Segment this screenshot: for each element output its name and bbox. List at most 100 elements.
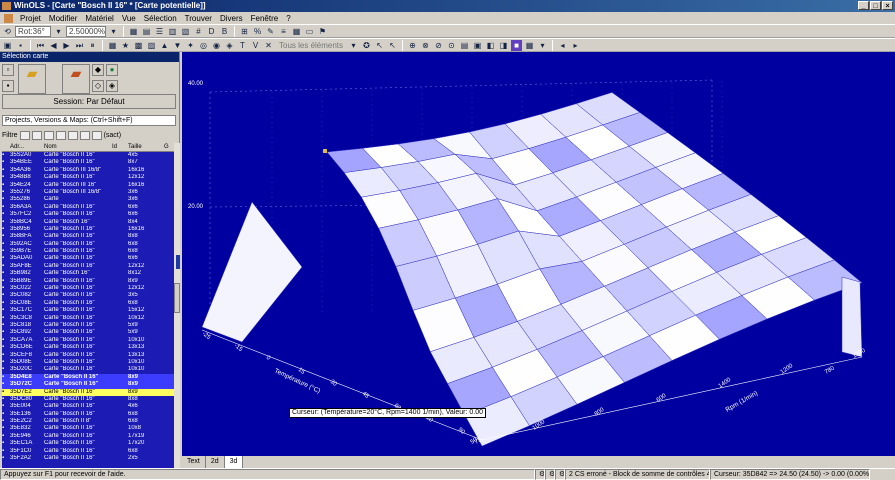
map-list-row[interactable]: ▪ 355286 Carte 3x6 (2, 196, 174, 203)
column-header[interactable]: Adr... (10, 143, 44, 151)
map-list-row[interactable]: ▪ 35F1C0 Carte "Bosch II 16" 6x8 (2, 448, 174, 455)
tool-icon[interactable]: ⊙ (446, 40, 457, 51)
dropdown-icon[interactable]: ▾ (348, 40, 359, 51)
map-list-row[interactable]: ▪ 358956 Carte "Bosch II 16" 16x16 (2, 226, 174, 233)
map-list-row[interactable]: ▪ 35S2A0 Carte "Bosch II 16" 4x5 (2, 152, 174, 159)
map-list-row[interactable]: ▪ 358BFA Carte "Bosch II 16" 8x8 (2, 233, 174, 240)
open-project-button[interactable]: ▰ (62, 64, 90, 94)
map-3d-view[interactable]: 40.0020.00-25-150153045608090Température… (182, 52, 895, 456)
save-icon[interactable]: ▪ (15, 40, 26, 51)
tool-icon[interactable]: ✦ (185, 40, 196, 51)
map-list-row[interactable]: ▪ 35DC80 Carte "Bosch II 16" 8x8 (2, 396, 174, 403)
tab-3d[interactable]: 3d (224, 456, 244, 468)
panel-splitter[interactable] (176, 255, 180, 269)
grid-icon[interactable]: ▦ (128, 26, 139, 37)
map-list-row[interactable]: ▪ 35C08E Carte "Bosch II 16" 6x8 (2, 300, 174, 307)
menu-projet[interactable]: Projet (16, 14, 45, 23)
list-icon[interactable]: ☰ (154, 26, 165, 37)
rotate-icon[interactable]: ⟲ (2, 26, 13, 37)
tool-icon[interactable]: ◉ (211, 40, 222, 51)
map-list-row[interactable]: ▪ 35ADA0 Carte "Bosch II 16" 6x6 (2, 255, 174, 262)
map-list-row[interactable]: ▪ 35C17C Carte "Bosch II 16" 15x12 (2, 307, 174, 314)
map-list-row[interactable]: ▪ 354E24 Carte "Bosch III 16" 16x16 (2, 182, 174, 189)
tool-icon[interactable]: ◈ (224, 40, 235, 51)
tool-icon[interactable]: ◇ (92, 80, 104, 92)
ruler-icon[interactable]: ▭ (304, 26, 315, 37)
map-list-row[interactable]: ▪ 35E136 Carte "Bosch II 16" 6x8 (2, 411, 174, 418)
map-list-row[interactable]: ▪ 357FC2 Carte "Bosch II 16" 6x6 (2, 211, 174, 218)
tool-icon[interactable]: ⊘ (433, 40, 444, 51)
map-list-row[interactable]: ▪ 35C022 Carte "Bosch II 16" 12x12 (2, 285, 174, 292)
map-list-row[interactable]: ▪ 359B7E Carte "Bosch II 16" 6x8 (2, 248, 174, 255)
pin-icon[interactable]: ✪ (361, 40, 372, 51)
map-list-row[interactable]: ▪ 354A36 Carte "Bosch III 16/8" 16x16 (2, 167, 174, 174)
new-icon[interactable]: ▫ (2, 64, 14, 76)
filter-button[interactable] (43, 130, 54, 140)
filter-button[interactable] (19, 130, 30, 140)
save-icon[interactable]: ▪ (2, 80, 14, 92)
element-filter-field[interactable]: Tous les éléments (276, 41, 346, 50)
menu-materiel[interactable]: Matériel (81, 14, 117, 23)
tool-icon[interactable]: ⊕ (407, 40, 418, 51)
tab-2d[interactable]: 2d (206, 456, 225, 468)
map-list-row[interactable]: ▪ 35E2C2 Carte "Bosch II 8" 6x8 (2, 418, 174, 425)
map-list-row[interactable]: ▪ 35CD6E Carte "Bosch II 16" 13x13 (2, 344, 174, 351)
pointer-icon[interactable]: ↖ (374, 40, 385, 51)
project-selector[interactable]: Projects, Versions & Maps: (Ctrl+Shift+F… (2, 115, 176, 126)
map-list-row[interactable]: ▪ 35EC1A Carte "Bosch II 16" 17x20 (2, 440, 174, 447)
ruler-icon[interactable]: ≡ (278, 26, 289, 37)
menu-fenetre[interactable]: Fenêtre (247, 14, 283, 23)
grid-icon[interactable]: ▦ (291, 26, 302, 37)
close-button[interactable]: × (882, 1, 893, 10)
map-list-row[interactable]: ▪ 358BC4 Carte "Bosch 16" 8x4 (2, 219, 174, 226)
map-list-row[interactable]: ▪ 3592AC Carte "Bosch II 16" 6x8 (2, 241, 174, 248)
column-header[interactable]: Nom (44, 143, 112, 151)
arrow-down-icon[interactable]: ▼ (172, 40, 183, 51)
map-list-row[interactable]: ▪ 35C892 Carte "Bosch II 16" 5x9 (2, 329, 174, 336)
map-list-row[interactable]: ▪ 35F2A2 Carte "Bosch II 16" 2x5 (2, 455, 174, 462)
map-list-row[interactable]: ▪ 35D72C Carte "Bosch II 16" 8x9 (2, 381, 174, 389)
maximize-button[interactable]: □ (870, 1, 881, 10)
rotation-field[interactable]: Rot:36° (15, 25, 51, 37)
open-folder-button[interactable]: ▰ (18, 64, 46, 94)
pointer-icon[interactable]: ↖ (387, 40, 398, 51)
dropdown-icon[interactable]: ▾ (537, 40, 548, 51)
right-icon[interactable]: ▸ (570, 40, 581, 51)
session-button[interactable]: Session: Par Défaut (2, 94, 176, 109)
map-list-row[interactable]: ▪ 354BEE Carte "Bosch II 16" 8x7 (2, 159, 174, 166)
color-icon[interactable]: ■ (511, 39, 523, 51)
map-list-row[interactable]: ▪ 35AF8E Carte "Bosch II 16" 12x12 (2, 263, 174, 270)
column-header[interactable]: G (164, 143, 174, 151)
map-list-row[interactable]: ▪ 35D7E2 Carte "Bosch II 16" 8x9 (2, 388, 174, 396)
map-list-row[interactable]: ▪ 355276 Carte "Bosch III 16/8" 3x6 (2, 189, 174, 196)
column-header[interactable]: Taille (128, 143, 164, 151)
tool-icon[interactable]: ✕ (263, 40, 274, 51)
tool-icon[interactable]: ◆ (92, 64, 104, 76)
map-list-row[interactable]: ▪ 35D20C Carte "Bosch II 16" 10x10 (2, 366, 174, 373)
map-list[interactable]: Adr... Nom Id Taille G ▪ 35S2A0 Carte "Bos… (2, 143, 174, 468)
map-list-row[interactable]: ▪ 35B982 Carte "Bosch 16" 8x12 (2, 270, 174, 277)
tool-icon[interactable]: ◨ (498, 40, 509, 51)
map-icon[interactable]: ▦ (107, 40, 118, 51)
left-icon[interactable]: ◂ (557, 40, 568, 51)
column-header[interactable]: Id (112, 143, 128, 151)
map-list-row[interactable]: ▪ 35CEF8 Carte "Bosch II 16" 13x13 (2, 352, 174, 359)
menu-selection[interactable]: Sélection (140, 14, 181, 23)
filter-button[interactable] (67, 130, 78, 140)
tool-icon[interactable]: T (237, 40, 248, 51)
surface-plot[interactable]: 40.0020.00-25-150153045608090Température… (182, 52, 895, 456)
tab-text[interactable]: Text (182, 456, 206, 468)
map-list-row[interactable]: ▪ 35B89E Carte "Bosch II 16" 8x9 (2, 278, 174, 285)
menu-vue[interactable]: Vue (118, 14, 140, 23)
chart-icon[interactable]: ▧ (180, 26, 191, 37)
tool-icon[interactable]: ▣ (472, 40, 483, 51)
prev-icon[interactable]: ◀ (48, 40, 59, 51)
map-list-row[interactable]: ▪ 35C3C8 Carte "Bosch II 16" 10x12 (2, 315, 174, 322)
menu-modifier[interactable]: Modifier (45, 14, 81, 23)
tool-icon[interactable]: ▦ (524, 40, 535, 51)
ruler-icon[interactable]: ⊞ (239, 26, 250, 37)
filter-button[interactable] (79, 130, 90, 140)
map-list-row[interactable]: ▪ 35E004 Carte "Bosch II 16" 4x6 (2, 403, 174, 410)
scroll-thumb[interactable] (174, 283, 180, 313)
percent-icon[interactable]: % (252, 26, 263, 37)
